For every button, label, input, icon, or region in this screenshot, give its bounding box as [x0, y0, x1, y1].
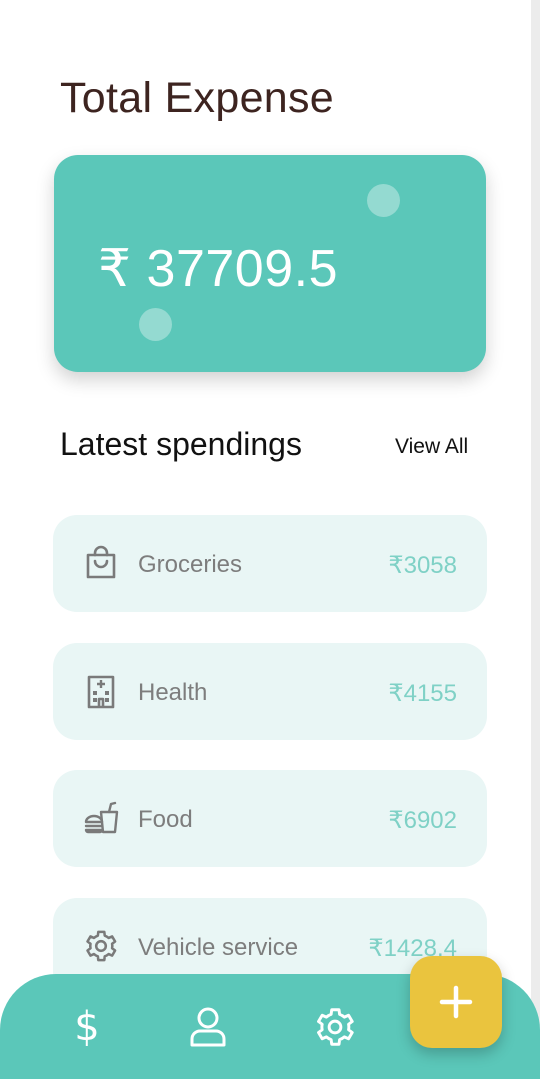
- hospital-building-icon: [83, 673, 119, 709]
- spending-label: Health: [138, 679, 208, 706]
- total-amount: ₹ 37709.5: [98, 240, 338, 298]
- spending-amount: ₹3058: [388, 552, 457, 579]
- spending-amount: ₹4155: [388, 680, 457, 707]
- spending-label: Food: [138, 806, 193, 833]
- spending-amount: ₹6902: [388, 807, 457, 834]
- add-expense-button[interactable]: [410, 956, 502, 1048]
- shopping-bag-icon: [83, 545, 119, 581]
- decorative-dot: [367, 184, 400, 217]
- latest-spendings-heading: Latest spendings: [60, 426, 302, 462]
- page-title: Total Expense: [60, 74, 335, 122]
- spending-label: Groceries: [138, 551, 243, 578]
- total-expense-card: ₹ 37709.5: [54, 155, 486, 372]
- dollar-glyph: $: [74, 1004, 100, 1050]
- view-all-link[interactable]: View All: [395, 435, 468, 459]
- spending-item-health[interactable]: Health ₹4155: [53, 643, 487, 740]
- dollar-icon[interactable]: $: [64, 1004, 110, 1050]
- gear-icon: [83, 928, 119, 964]
- spending-item-groceries[interactable]: Groceries ₹3058: [53, 515, 487, 612]
- spending-item-food[interactable]: Food ₹6902: [53, 770, 487, 867]
- settings-icon[interactable]: [312, 1004, 358, 1050]
- fast-food-icon: [83, 800, 119, 836]
- user-icon[interactable]: [185, 1004, 231, 1050]
- decorative-dot: [139, 308, 172, 341]
- plus-icon: [439, 985, 473, 1019]
- scrollbar-track[interactable]: [531, 0, 540, 1079]
- spending-label: Vehicle service: [138, 934, 299, 961]
